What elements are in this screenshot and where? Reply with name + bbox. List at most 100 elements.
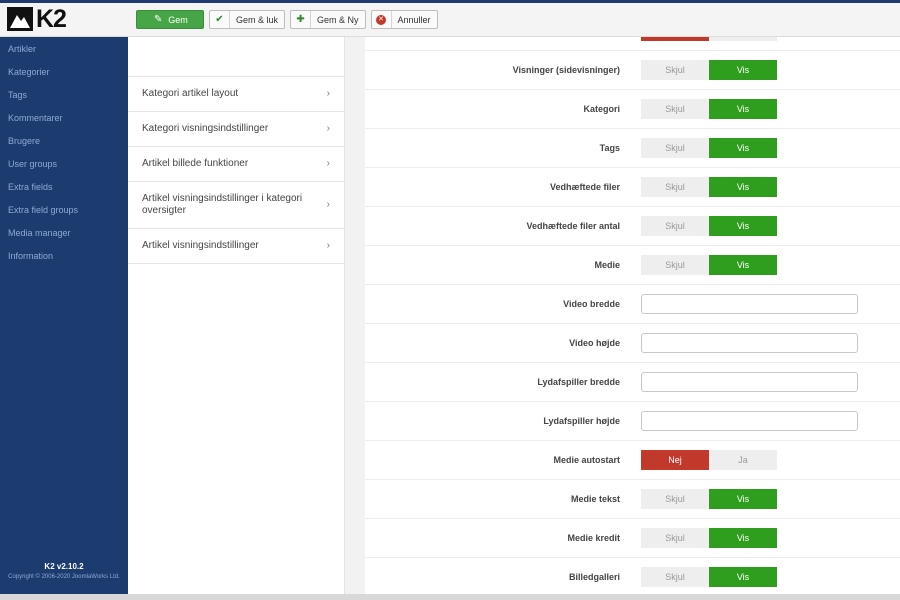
save-button-label: Gem — [168, 14, 188, 25]
sidebar-footer: K2 v2.10.2 Copyright © 2006-2020 JoomlaW… — [0, 562, 128, 582]
chevron-right-icon: › — [326, 199, 330, 210]
toggle-option-hide[interactable]: Skjul — [641, 60, 709, 80]
chevron-right-icon: › — [326, 88, 330, 99]
menu-spacer — [128, 37, 344, 77]
setting-row-audio-width: Lydafspiller bredde — [365, 363, 900, 402]
setting-row-media-autostart: Medie autostart Nej Ja — [365, 441, 900, 480]
setting-label: Tags — [599, 143, 620, 153]
toggle-option-show[interactable]: Vis — [709, 489, 777, 509]
setting-row-media-credit: Medie kredit Skjul Vis — [365, 519, 900, 558]
toggle-option-show[interactable]: Vis — [709, 99, 777, 119]
cancel-icon: ✕ — [372, 11, 392, 28]
sidebar-item-user-groups[interactable]: User groups — [0, 153, 128, 176]
setting-toggle[interactable] — [641, 37, 777, 41]
image-gallery-toggle[interactable]: Skjul Vis — [641, 567, 777, 587]
chevron-right-icon: › — [326, 158, 330, 169]
menu-item-image-functions[interactable]: Artikel billede funktioner › — [128, 147, 344, 182]
category-toggle[interactable]: Skjul Vis — [641, 99, 777, 119]
toggle-option-show[interactable]: Vis — [709, 567, 777, 587]
save-close-button-label: Gem & luk — [236, 14, 279, 25]
audio-player-height-input[interactable] — [641, 411, 858, 431]
toggle-option-hide[interactable]: Skjul — [641, 255, 709, 275]
toggle-option-show[interactable]: Vis — [709, 60, 777, 80]
menu-item-label: Artikel visningsindstillinger i kategori… — [142, 193, 303, 216]
menu-item-article-view-settings[interactable]: Artikel visningsindstillinger › — [128, 229, 344, 264]
setting-row-video-width: Video bredde — [365, 285, 900, 324]
toggle-option-no[interactable]: Nej — [641, 450, 709, 470]
setting-row-image-gallery: Billedgalleri Skjul Vis — [365, 558, 900, 594]
chevron-right-icon: › — [326, 240, 330, 251]
toggle-option-on[interactable] — [709, 37, 777, 41]
toggle-option-hide[interactable]: Skjul — [641, 177, 709, 197]
menu-item-category-view-settings[interactable]: Kategori visningsindstillinger › — [128, 112, 344, 147]
tags-toggle[interactable]: Skjul Vis — [641, 138, 777, 158]
toggle-option-yes[interactable]: Ja — [709, 450, 777, 470]
setting-label: Medie — [594, 260, 620, 270]
k2-logo[interactable]: K2 — [7, 4, 67, 33]
sidebar-item-artikler[interactable]: Artikler — [0, 38, 128, 61]
setting-row-audio-height: Lydafspiller højde — [365, 402, 900, 441]
setting-row-video-height: Video højde — [365, 324, 900, 363]
save-new-button[interactable]: ✚ Gem & Ny — [290, 10, 366, 29]
toggle-option-hide[interactable]: Skjul — [641, 489, 709, 509]
mountain-icon — [7, 7, 33, 31]
setting-label: Lydafspiller bredde — [537, 377, 620, 387]
toggle-option-hide[interactable]: Skjul — [641, 567, 709, 587]
panel-gutter — [345, 37, 365, 594]
toggle-option-hide[interactable]: Skjul — [641, 216, 709, 236]
menu-item-label: Kategori visningsindstillinger — [142, 123, 269, 134]
sidebar-item-extra-fields[interactable]: Extra fields — [0, 176, 128, 199]
media-credit-toggle[interactable]: Skjul Vis — [641, 528, 777, 548]
header-bar: K2 ✎ Gem ✔ Gem & luk ✚ Gem & Ny ✕ Annull… — [0, 3, 900, 37]
chevron-right-icon: › — [326, 123, 330, 134]
attachments-toggle[interactable]: Skjul Vis — [641, 177, 777, 197]
media-toggle[interactable]: Skjul Vis — [641, 255, 777, 275]
sidebar-item-kategorier[interactable]: Kategorier — [0, 61, 128, 84]
menu-item-article-view-in-category[interactable]: Artikel visningsindstillinger i kategori… — [128, 182, 344, 229]
setting-label: Medie autostart — [553, 455, 620, 465]
sidebar-item-brugere[interactable]: Brugere — [0, 130, 128, 153]
copyright-text[interactable]: Copyright © 2006-2020 JoomlaWorks Ltd. — [0, 573, 128, 582]
toggle-option-hide[interactable]: Skjul — [641, 528, 709, 548]
media-autostart-toggle[interactable]: Nej Ja — [641, 450, 777, 470]
toggle-option-show[interactable]: Vis — [709, 138, 777, 158]
sidebar-item-extra-field-groups[interactable]: Extra field groups — [0, 199, 128, 222]
save-close-button[interactable]: ✔ Gem & luk — [209, 10, 286, 29]
setting-label: Visninger (sidevisninger) — [512, 65, 620, 75]
menu-item-label: Kategori artikel layout — [142, 88, 239, 99]
edit-icon: ✎ — [154, 14, 163, 25]
settings-section-menu: Kategori artikel layout › Kategori visni… — [128, 37, 345, 594]
sidebar-item-information[interactable]: Information — [0, 245, 128, 268]
media-caption-toggle[interactable]: Skjul Vis — [641, 489, 777, 509]
sidebar-item-media-manager[interactable]: Media manager — [0, 222, 128, 245]
setting-label: Kategori — [583, 104, 620, 114]
plus-icon: ✚ — [291, 11, 312, 28]
video-height-input[interactable] — [641, 333, 858, 353]
attachments-count-toggle[interactable]: Skjul Vis — [641, 216, 777, 236]
sidebar-item-tags[interactable]: Tags — [0, 84, 128, 107]
bottom-scrollbar-area — [0, 594, 900, 600]
toggle-option-show[interactable]: Vis — [709, 528, 777, 548]
audio-player-width-input[interactable] — [641, 372, 858, 392]
menu-item-category-layout[interactable]: Kategori artikel layout › — [128, 77, 344, 112]
sidebar: Artikler Kategorier Tags Kommentarer Bru… — [0, 37, 128, 594]
sidebar-item-kommentarer[interactable]: Kommentarer — [0, 107, 128, 130]
toggle-option-show[interactable]: Vis — [709, 255, 777, 275]
save-button[interactable]: ✎ Gem — [136, 10, 204, 29]
setting-label: Medie tekst — [570, 494, 620, 504]
menu-item-label: Artikel visningsindstillinger — [142, 240, 259, 251]
setting-label: Vedhæftede filer — [549, 182, 620, 192]
toggle-option-show[interactable]: Vis — [709, 177, 777, 197]
logo-text: K2 — [36, 4, 67, 33]
cancel-button-label: Annuller — [397, 14, 431, 25]
toggle-option-hide[interactable]: Skjul — [641, 138, 709, 158]
toggle-option-hide[interactable]: Skjul — [641, 99, 709, 119]
save-new-button-label: Gem & Ny — [317, 14, 359, 25]
toggle-option-off[interactable] — [641, 37, 709, 41]
cancel-button[interactable]: ✕ Annuller — [370, 10, 438, 29]
version-label: K2 v2.10.2 — [44, 562, 84, 571]
check-icon: ✔ — [210, 11, 230, 28]
toggle-option-show[interactable]: Vis — [709, 216, 777, 236]
video-width-input[interactable] — [641, 294, 858, 314]
views-toggle[interactable]: Skjul Vis — [641, 60, 777, 80]
